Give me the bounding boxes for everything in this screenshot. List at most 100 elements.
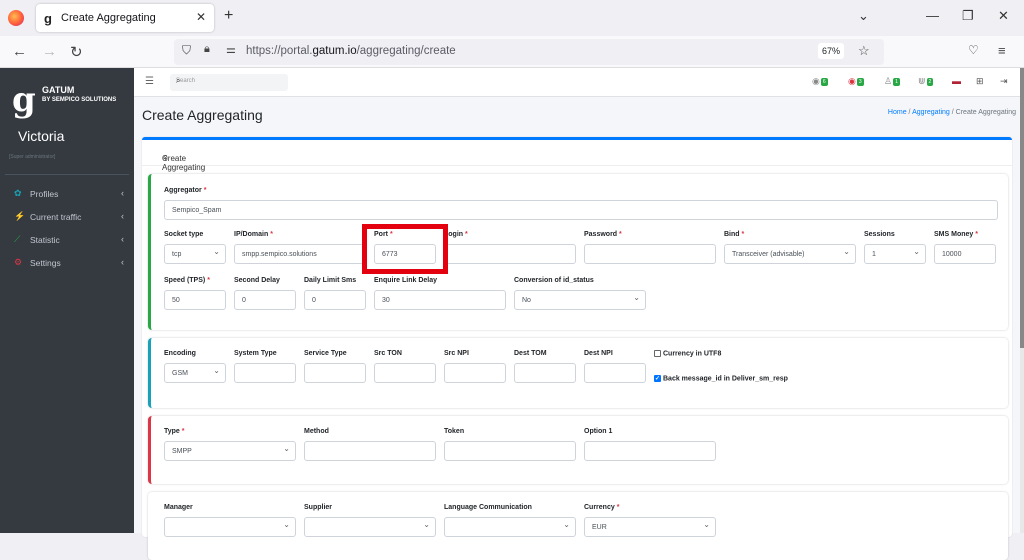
alerts-icon[interactable]: ◉ 3 (848, 76, 864, 87)
system-type-label: System Type (234, 350, 277, 357)
new-tab-icon[interactable]: + (224, 7, 233, 25)
hamburger-icon[interactable]: ☰ (145, 76, 154, 87)
sidebar-item-profiles[interactable]: ✿ Profiles ‹ (10, 186, 128, 204)
close-tab-icon[interactable]: ✕ (196, 10, 206, 24)
back-icon[interactable]: ← (12, 43, 27, 60)
sidebar-item-settings[interactable]: ⚙ Settings ‹ (10, 255, 128, 273)
dest-npi-input[interactable] (584, 363, 646, 383)
speed-input[interactable]: 50 (164, 290, 226, 310)
breadcrumb-aggregating[interactable]: Aggregating (912, 109, 950, 116)
chevron-left-icon: ‹ (121, 257, 124, 267)
connections-icon[interactable]: ⋓ 2 (918, 76, 934, 87)
browser-tab[interactable]: g Create Aggregating ✕ (36, 4, 214, 32)
port-highlight-box (362, 224, 448, 274)
page-title: Create Aggregating (142, 107, 263, 123)
url-text[interactable]: https://portal.gatum.io/aggregating/crea… (246, 45, 456, 57)
close-window-icon[interactable]: ✕ (998, 8, 1009, 24)
brand-name: GATUM (42, 85, 75, 95)
search-icon[interactable]: ⌕ (176, 76, 283, 86)
language-select[interactable] (444, 517, 576, 537)
sms-money-input[interactable]: 10000 (934, 244, 996, 264)
src-npi-label: Src NPI (444, 350, 469, 357)
menu-icon[interactable]: ≡ (998, 43, 1006, 58)
conversion-select[interactable]: No (514, 290, 646, 310)
token-input[interactable] (444, 441, 576, 461)
sidebar-item-current-traffic[interactable]: ⚡ Current traffic ‹ (10, 209, 128, 227)
traffic-icon: ⚡ (14, 211, 26, 221)
service-type-input[interactable] (304, 363, 366, 383)
option1-input[interactable] (584, 441, 716, 461)
messages-icon[interactable]: ◉ 6 (812, 76, 828, 87)
checkbox-checked[interactable]: ✓ (654, 375, 661, 382)
dest-npi-label: Dest NPI (584, 350, 613, 357)
manager-select[interactable] (164, 517, 296, 537)
currency-label: Currency * (584, 504, 620, 511)
type-select[interactable]: SMPP (164, 441, 296, 461)
forward-icon[interactable]: → (42, 43, 57, 60)
card-header: ⚘ Create Aggregating (142, 140, 1012, 172)
encoding-label: Encoding (164, 350, 196, 357)
breadcrumb-home[interactable]: Home (888, 109, 907, 116)
bookmark-star-icon[interactable]: ☆ (858, 43, 870, 59)
connections-badge: 2 (926, 77, 934, 86)
aggregator-label: Aggregator * (164, 187, 207, 194)
search-input[interactable]: Search ⌕ (170, 74, 288, 91)
sidebar-item-label: Profiles (30, 189, 59, 199)
supplier-select[interactable] (304, 517, 436, 537)
chevron-left-icon: ‹ (121, 234, 124, 244)
browser-tabbar: g Create Aggregating ✕ + ⌄ — ❐ ✕ (0, 0, 1024, 36)
dest-tom-input[interactable] (514, 363, 576, 383)
currency-select[interactable]: EUR (584, 517, 716, 537)
method-input[interactable] (304, 441, 436, 461)
reload-icon[interactable]: ↻ (70, 43, 83, 61)
language-label: Language Communication (444, 504, 532, 511)
breadcrumb: Home / Aggregating / Create Aggregating (887, 109, 1016, 116)
back-message-id-checkbox[interactable]: ✓ Back message_id in Deliver_sm_resp (654, 375, 788, 382)
encoding-select[interactable]: GSM (164, 363, 226, 383)
minimize-icon[interactable]: — (926, 8, 939, 23)
flag-us-icon[interactable]: ▬ (952, 76, 961, 86)
type-section: Type * SMPP Method Token Option 1 (148, 416, 1008, 484)
zoom-level[interactable]: 67% (818, 43, 845, 59)
enquire-link-input[interactable]: 30 (374, 290, 506, 310)
login-input[interactable] (444, 244, 576, 264)
daily-limit-input[interactable]: 0 (304, 290, 366, 310)
shield-icon[interactable]: ⛉ (182, 43, 191, 58)
checkbox-unchecked[interactable] (654, 350, 661, 357)
firefox-icon[interactable] (8, 10, 24, 26)
bind-label: Bind * (724, 231, 745, 238)
url-bar[interactable]: ⛉ 🔒︎ ⚌ https://portal.gatum.io/aggregati… (174, 39, 884, 65)
aggregator-input[interactable]: Sempico_Spam (164, 200, 998, 220)
second-delay-input[interactable]: 0 (234, 290, 296, 310)
sidebar-item-label: Current traffic (30, 212, 82, 222)
encoding-section: Encoding GSM System Type Service Type Sr… (148, 338, 1008, 408)
breadcrumb-current: Create Aggregating (955, 109, 1016, 116)
bind-select[interactable]: Transceiver (advisable) (724, 244, 856, 264)
service-type-label: Service Type (304, 350, 347, 357)
sidebar-item-statistic[interactable]: ⟋ Statistic ‹ (10, 232, 128, 250)
src-ton-input[interactable] (374, 363, 436, 383)
pocket-icon[interactable]: ♡ (968, 43, 979, 57)
enquire-link-label: Enquire Link Delay (374, 277, 438, 284)
chevron-left-icon: ‹ (121, 211, 124, 221)
users-badge: 1 (893, 77, 900, 86)
users-icon[interactable]: ♙ 1 (884, 76, 900, 87)
password-input[interactable] (584, 244, 716, 264)
ip-domain-input[interactable]: smpp.sempico.solutions (234, 244, 366, 264)
socket-type-select[interactable]: tcp (164, 244, 226, 264)
system-type-input[interactable] (234, 363, 296, 383)
brand-subtitle: BY SEMPICO SOLUTIONS (42, 97, 117, 103)
list-tabs-icon[interactable]: ⌄ (858, 8, 869, 24)
permissions-icon[interactable]: ⚌ (226, 43, 236, 56)
currency-utf8-checkbox[interactable]: Currency in UTF8 (654, 350, 721, 357)
scrollbar-thumb[interactable] (1020, 68, 1024, 348)
chevron-left-icon: ‹ (121, 188, 124, 198)
logout-icon[interactable]: ⇥ (1000, 76, 1008, 87)
src-npi-input[interactable] (444, 363, 506, 383)
fullscreen-icon[interactable]: ⊞ (976, 76, 984, 87)
lock-icon[interactable]: 🔒︎ (204, 43, 210, 56)
gatum-logo-icon[interactable]: g (12, 80, 36, 120)
restore-icon[interactable]: ❐ (962, 8, 974, 24)
sessions-select[interactable]: 1 (864, 244, 926, 264)
scrollbar[interactable] (1020, 68, 1024, 533)
